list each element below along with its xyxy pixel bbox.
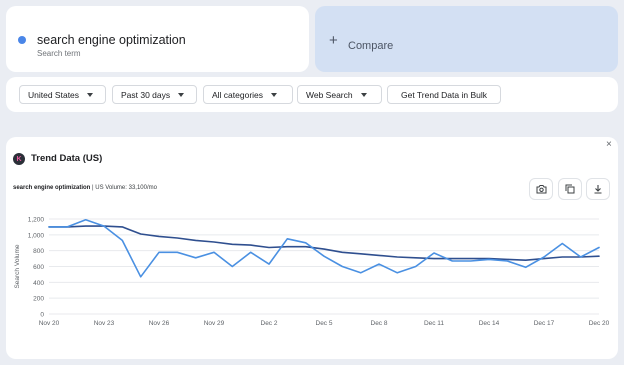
x-tick-label: Dec 20	[589, 320, 610, 327]
plus-icon: +	[329, 32, 338, 49]
x-tick-label: Dec 11	[424, 320, 444, 327]
period-dropdown[interactable]: Past 30 days	[112, 85, 197, 104]
trend-panel: × K Trend Data (US) search engine optimi…	[6, 137, 618, 359]
search-term-subtitle: Search term	[37, 49, 81, 58]
compare-button[interactable]: + Compare	[315, 6, 618, 72]
x-tick-label: Dec 8	[371, 320, 388, 327]
chevron-down-icon	[178, 92, 185, 97]
chevron-down-icon	[271, 92, 278, 97]
y-tick-label: 0	[40, 312, 44, 319]
compare-label: Compare	[348, 40, 394, 52]
y-tick-label: 200	[33, 296, 44, 303]
chevron-down-icon	[87, 92, 94, 97]
filter-bar: United States Past 30 days All categorie…	[6, 77, 618, 112]
y-tick-label: 600	[33, 264, 44, 271]
series-color-dot	[18, 36, 26, 44]
country-dropdown[interactable]: United States	[19, 85, 106, 104]
search-type-label: Web Search	[306, 89, 353, 100]
search-type-dropdown[interactable]: Web Search	[297, 85, 382, 104]
chevron-down-icon	[360, 92, 367, 97]
period-label: Past 30 days	[121, 89, 171, 100]
y-tick-label: 800	[33, 248, 44, 255]
y-tick-label: 1,000	[28, 232, 45, 239]
bulk-data-label: Get Trend Data in Bulk	[401, 89, 487, 100]
category-dropdown[interactable]: All categories	[203, 85, 293, 104]
bulk-data-button[interactable]: Get Trend Data in Bulk	[387, 85, 501, 104]
x-tick-label: Dec 2	[261, 320, 278, 327]
search-term-card[interactable]: search engine optimization Search term	[6, 6, 309, 72]
trend-chart: 0 200 400 600 800 1,000 1,200 Search Volume Nov …	[14, 217, 610, 328]
y-axis-label: Search Volume	[14, 244, 21, 288]
y-tick-label: 400	[33, 280, 44, 287]
category-label: All categories	[212, 89, 264, 100]
y-tick-label: 1,200	[28, 217, 45, 224]
country-label: United States	[28, 89, 80, 100]
x-tick-label: Dec 17	[534, 320, 555, 327]
x-tick-label: Dec 5	[316, 320, 333, 327]
series-line	[48, 225, 600, 261]
x-tick-label: Nov 20	[39, 320, 60, 327]
x-tick-label: Dec 14	[479, 320, 500, 327]
x-tick-label: Nov 26	[149, 320, 170, 327]
x-tick-label: Nov 29	[204, 320, 225, 327]
x-tick-label: Nov 23	[94, 320, 115, 327]
search-term-title: search engine optimization	[37, 33, 186, 47]
